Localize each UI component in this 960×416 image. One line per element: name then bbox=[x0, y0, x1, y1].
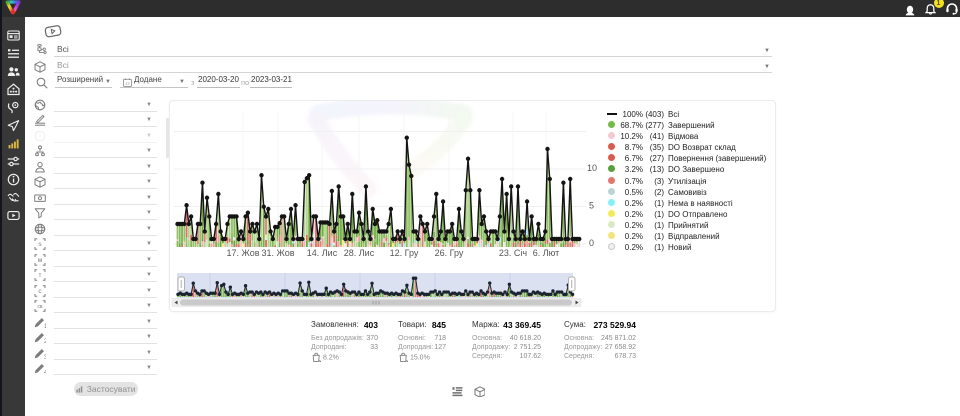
svg-text:с: с bbox=[38, 288, 42, 295]
svg-text:14. Лис: 14. Лис bbox=[307, 248, 338, 258]
svg-text:6. Лют: 6. Лют bbox=[533, 248, 560, 258]
svg-text:м: м bbox=[38, 257, 43, 264]
svg-text:28. Лис: 28. Лис bbox=[344, 248, 375, 258]
svg-text:s: s bbox=[38, 241, 42, 248]
svg-text:св: св bbox=[37, 304, 43, 310]
svg-text:0: 0 bbox=[589, 238, 594, 248]
svg-text:31. Жов: 31. Жов bbox=[261, 248, 294, 258]
svg-text:1: 1 bbox=[44, 323, 46, 327]
svg-text:т: т bbox=[39, 272, 42, 279]
svg-text:23. Січ: 23. Січ bbox=[499, 248, 528, 258]
svg-text:26. Гру: 26. Гру bbox=[435, 248, 464, 258]
svg-text:17. Жов: 17. Жов bbox=[226, 248, 259, 258]
svg-text:4: 4 bbox=[44, 370, 46, 374]
svg-text:5: 5 bbox=[589, 201, 594, 211]
svg-text:12. Гру: 12. Гру bbox=[390, 248, 419, 258]
svg-text:2: 2 bbox=[44, 339, 46, 343]
svg-text:?: ? bbox=[38, 134, 42, 140]
svg-text:10: 10 bbox=[587, 163, 597, 173]
svg-text:3: 3 bbox=[44, 354, 46, 358]
